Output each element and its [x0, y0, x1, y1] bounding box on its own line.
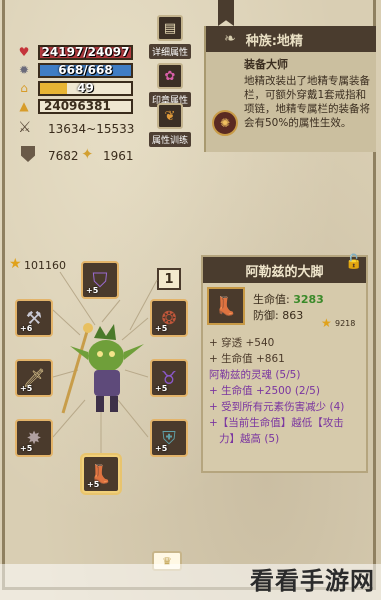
slot-level: +5 — [86, 286, 99, 295]
item-header: 阿勒兹的大脚 — [203, 257, 366, 283]
race-header: ❧ 种族:地精 — [206, 26, 376, 52]
hp-row: ♥ 24197/24097 — [16, 44, 133, 60]
item-set-line: 力】越高 (5) — [219, 433, 280, 445]
gold-bar-value: 49 — [77, 81, 94, 95]
slot-gauntlet[interactable]: ♉ +5 — [150, 359, 188, 397]
special-value: 1961 — [103, 149, 134, 163]
item-set-line: + 受到所有元素伤害减少 (4) — [209, 401, 345, 413]
whistle-icon: ✦ — [81, 145, 94, 163]
slot-helmet[interactable]: ⛉ +5 — [81, 261, 119, 299]
item-set-title: 阿勒兹的灵魂 (5/5) — [209, 369, 301, 381]
detail-attributes-button[interactable]: ▤ 详细属性 — [149, 15, 192, 59]
slot-belt[interactable]: ✸ +5 — [15, 419, 53, 457]
crossed-swords-icon: ⚔ — [18, 118, 32, 136]
attribute-training-label: 属性训练 — [149, 132, 192, 147]
exp-icon: ▲ — [19, 99, 29, 113]
item-attr-line: + 生命值 +861 — [209, 353, 285, 365]
armor-value: 7682 — [48, 149, 79, 163]
flower-seal-icon: ✿ — [157, 63, 183, 89]
exp-value: 24096381 — [44, 99, 111, 113]
slot-level: +5 — [155, 384, 168, 393]
item-set-line: +【当前生命值】越低【攻击 — [209, 417, 344, 429]
gold-bar: 49 — [38, 80, 133, 96]
heart-icon: ♥ — [18, 45, 30, 59]
item-score-star-icon: ★ — [321, 316, 332, 330]
gold-row: ⌂ 49 — [16, 80, 133, 96]
book-icon: ❦ — [157, 103, 183, 129]
attribute-training-button[interactable]: ❦ 属性训练 — [149, 103, 192, 147]
slot-level: +5 — [155, 324, 168, 333]
slot-level: +5 — [87, 480, 100, 489]
slot-ring[interactable]: 🗡 +5 — [15, 359, 53, 397]
race-info-card: ❧ 种族:地精 ✺ 装备大师 地精改装出了地精专属装备栏，可额外穿戴1套戒指和项… — [204, 26, 376, 152]
equipment-page-number: 1 — [164, 271, 174, 287]
equipment-power: 101160 — [24, 259, 66, 272]
slot-level: +6 — [20, 324, 33, 333]
slot-shoulder[interactable]: ❂ +5 — [150, 299, 188, 337]
equipment-page-button[interactable]: 1 — [157, 268, 181, 290]
slot-level: +5 — [20, 384, 33, 393]
mana-row: ✹ 668/668 — [16, 62, 133, 78]
item-def-line: 防御: 863 — [253, 307, 303, 323]
mana-bar: 668/668 — [38, 62, 133, 78]
goblin-emblem-icon: ❧ — [224, 31, 236, 47]
scroll-icon: ▤ — [157, 15, 183, 41]
gear-icon: ✹ — [18, 63, 30, 77]
slot-level: +5 — [20, 444, 33, 453]
item-hp-line: 生命值: 3283 — [253, 291, 324, 307]
slot-boots[interactable]: 👢 +5 — [82, 455, 120, 493]
bell-icon: ⌂ — [20, 81, 28, 95]
slot-weapon[interactable]: ⚒ +6 — [15, 299, 53, 337]
watermark-text: 看看手游网 — [250, 567, 375, 595]
item-detail-card: 阿勒兹的大脚 👢 生命值: 3283 防御: 863 ★ 9218 + 穿透 +… — [201, 255, 368, 473]
item-hp-label: 生命值: — [253, 293, 290, 306]
item-def-value: 863 — [282, 309, 304, 322]
detail-attributes-label: 详细属性 — [149, 44, 192, 59]
attack-value: 13634~15533 — [48, 122, 135, 136]
item-set-line: + 生命值 +2500 (2/5) — [209, 385, 320, 397]
slot-bracer[interactable]: ⛨ +5 — [150, 419, 188, 457]
slot-level: +5 — [155, 444, 168, 453]
item-icon: 👢 — [207, 287, 245, 325]
item-score: 9218 — [335, 319, 356, 328]
race-subtitle: 装备大师 — [244, 58, 288, 71]
star-icon: ★ — [9, 256, 22, 272]
race-title: 种族:地精 — [245, 33, 303, 49]
race-description: 地精改装出了地精专属装备栏，可额外穿戴1套戒指和项链，地精专属栏的装备将会有50… — [244, 75, 370, 129]
item-def-label: 防御: — [253, 309, 279, 322]
item-title: 阿勒兹的大脚 — [245, 264, 324, 280]
hp-bar: 24197/24097 — [38, 44, 133, 60]
goblin-character — [61, 323, 144, 414]
item-hp-value: 3283 — [293, 293, 324, 306]
race-ability-icon: ✺ — [212, 110, 238, 136]
seal-attributes-button[interactable]: ✿ 印章属性 — [149, 63, 192, 107]
lock-icon[interactable]: 🔓 — [344, 252, 364, 272]
exp-row: ▲ 24096381 — [16, 98, 133, 114]
exp-bar: 24096381 — [38, 98, 133, 114]
item-attr-line: + 穿透 +540 — [209, 337, 275, 349]
